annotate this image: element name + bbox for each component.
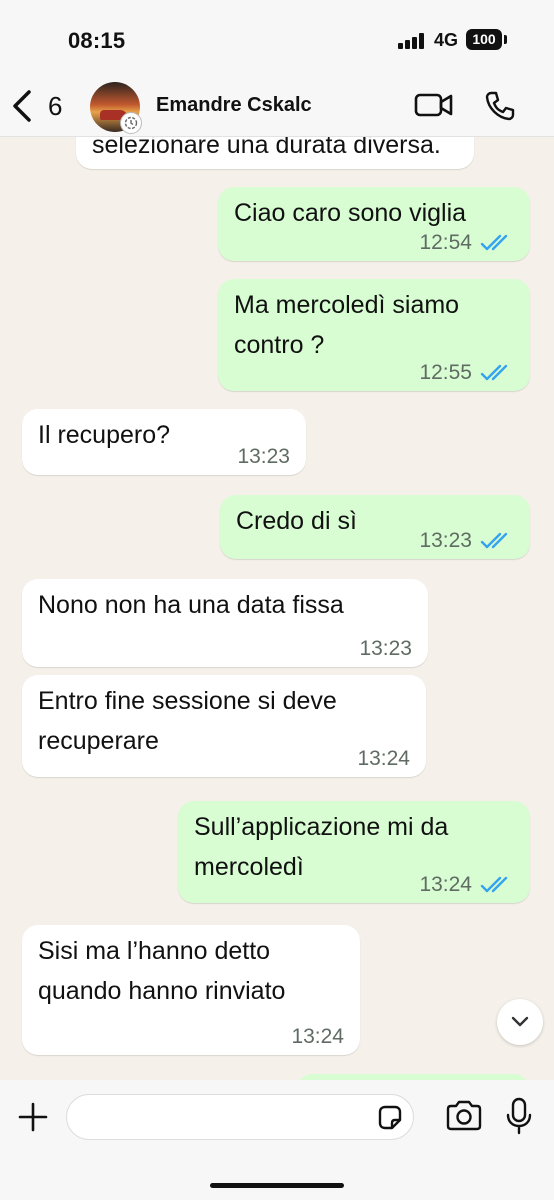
outgoing-message-bubble[interactable]: Credo di sì 13:23 [220, 495, 530, 559]
message-time: 12:54 [419, 231, 472, 254]
double-check-icon [480, 234, 508, 251]
message-text-line: Sisi ma l’hanno detto [38, 937, 271, 965]
incoming-message-bubble[interactable]: Entro fine sessione si deve recuperare 13:… [22, 675, 426, 777]
camera-icon[interactable] [444, 1098, 484, 1134]
double-check-icon [480, 364, 508, 381]
message-meta: 13:23 [419, 529, 514, 553]
message-text-line: Nono non ha una data fissa [38, 591, 344, 619]
message-time: 13:24 [419, 873, 472, 896]
incoming-message-bubble[interactable]: Sisi ma l’hanno detto quando hanno rinvia… [22, 925, 360, 1055]
message-time: 13:23 [237, 445, 290, 468]
phone-icon[interactable] [484, 90, 516, 122]
disappearing-timer-icon [120, 112, 142, 134]
home-indicator [210, 1183, 344, 1188]
status-bar: 08:15 4G 100 [0, 0, 554, 78]
message-time: 13:23 [359, 637, 412, 660]
message-meta: 13:23 [359, 637, 412, 661]
outgoing-message-bubble[interactable]: Ma mercoledì siamo contro ? 12:55 [218, 279, 530, 391]
network-type: 4G [434, 30, 459, 50]
battery-icon: 100 [466, 29, 502, 50]
chat-header: 6 Emandre Cskalc [0, 78, 554, 137]
message-text-line: Ma mercoledì siamo [234, 291, 460, 319]
message-time: 13:24 [357, 747, 410, 770]
message-time: 13:23 [419, 529, 472, 552]
message-text-line: contro ? [234, 331, 325, 359]
message-time: 12:55 [419, 361, 472, 384]
message-meta: 12:55 [419, 361, 514, 385]
message-text-line: Ciao caro sono viglia [234, 199, 467, 227]
battery-tip [504, 35, 507, 44]
microphone-icon[interactable] [504, 1096, 534, 1136]
previous-message-text: selezionare una durata diversa. [92, 137, 441, 159]
outgoing-message-bubble[interactable]: Sull’applicazione mi da mercoledì 13:24 [178, 801, 530, 903]
message-text-line: Sull’applicazione mi da [194, 813, 449, 841]
message-text-line: recuperare [38, 727, 159, 755]
message-time: 13:24 [291, 1025, 344, 1048]
sticker-icon[interactable] [376, 1104, 404, 1132]
message-meta: 13:24 [357, 747, 410, 771]
message-meta: 13:24 [291, 1025, 344, 1049]
incoming-message-bubble[interactable]: Nono non ha una data fissa 13:23 [22, 579, 428, 667]
contact-name[interactable]: Emandre Cskalc [156, 94, 312, 117]
double-check-icon [480, 876, 508, 893]
signal-icon [398, 33, 428, 49]
message-text-line: Entro fine sessione si deve [38, 687, 337, 715]
message-text-line: quando hanno rinviato [38, 977, 286, 1005]
unread-count: 6 [48, 90, 63, 121]
chevron-down-icon [511, 1016, 529, 1027]
chevron-left-icon [13, 90, 31, 122]
message-meta: 12:54 [419, 231, 514, 255]
incoming-message-bubble[interactable]: Il recupero? 13:23 [22, 409, 306, 475]
scroll-down-button[interactable] [497, 999, 543, 1045]
chat-area[interactable]: selezionare una durata diversa. Ciao car… [0, 137, 554, 1080]
message-input[interactable] [66, 1094, 414, 1140]
composer-bar [0, 1080, 554, 1200]
previous-message-bubble[interactable]: selezionare una durata diversa. [76, 137, 474, 169]
back-button[interactable]: 6 [10, 86, 62, 126]
message-meta: 13:24 [419, 873, 514, 897]
outgoing-message-bubble[interactable]: Ciao caro sono viglia 12:54 [218, 187, 530, 261]
double-check-icon [480, 532, 508, 549]
message-meta: 13:23 [237, 445, 290, 469]
video-camera-icon[interactable] [414, 90, 454, 120]
plus-icon[interactable] [16, 1100, 50, 1134]
status-time: 08:15 [68, 28, 126, 53]
